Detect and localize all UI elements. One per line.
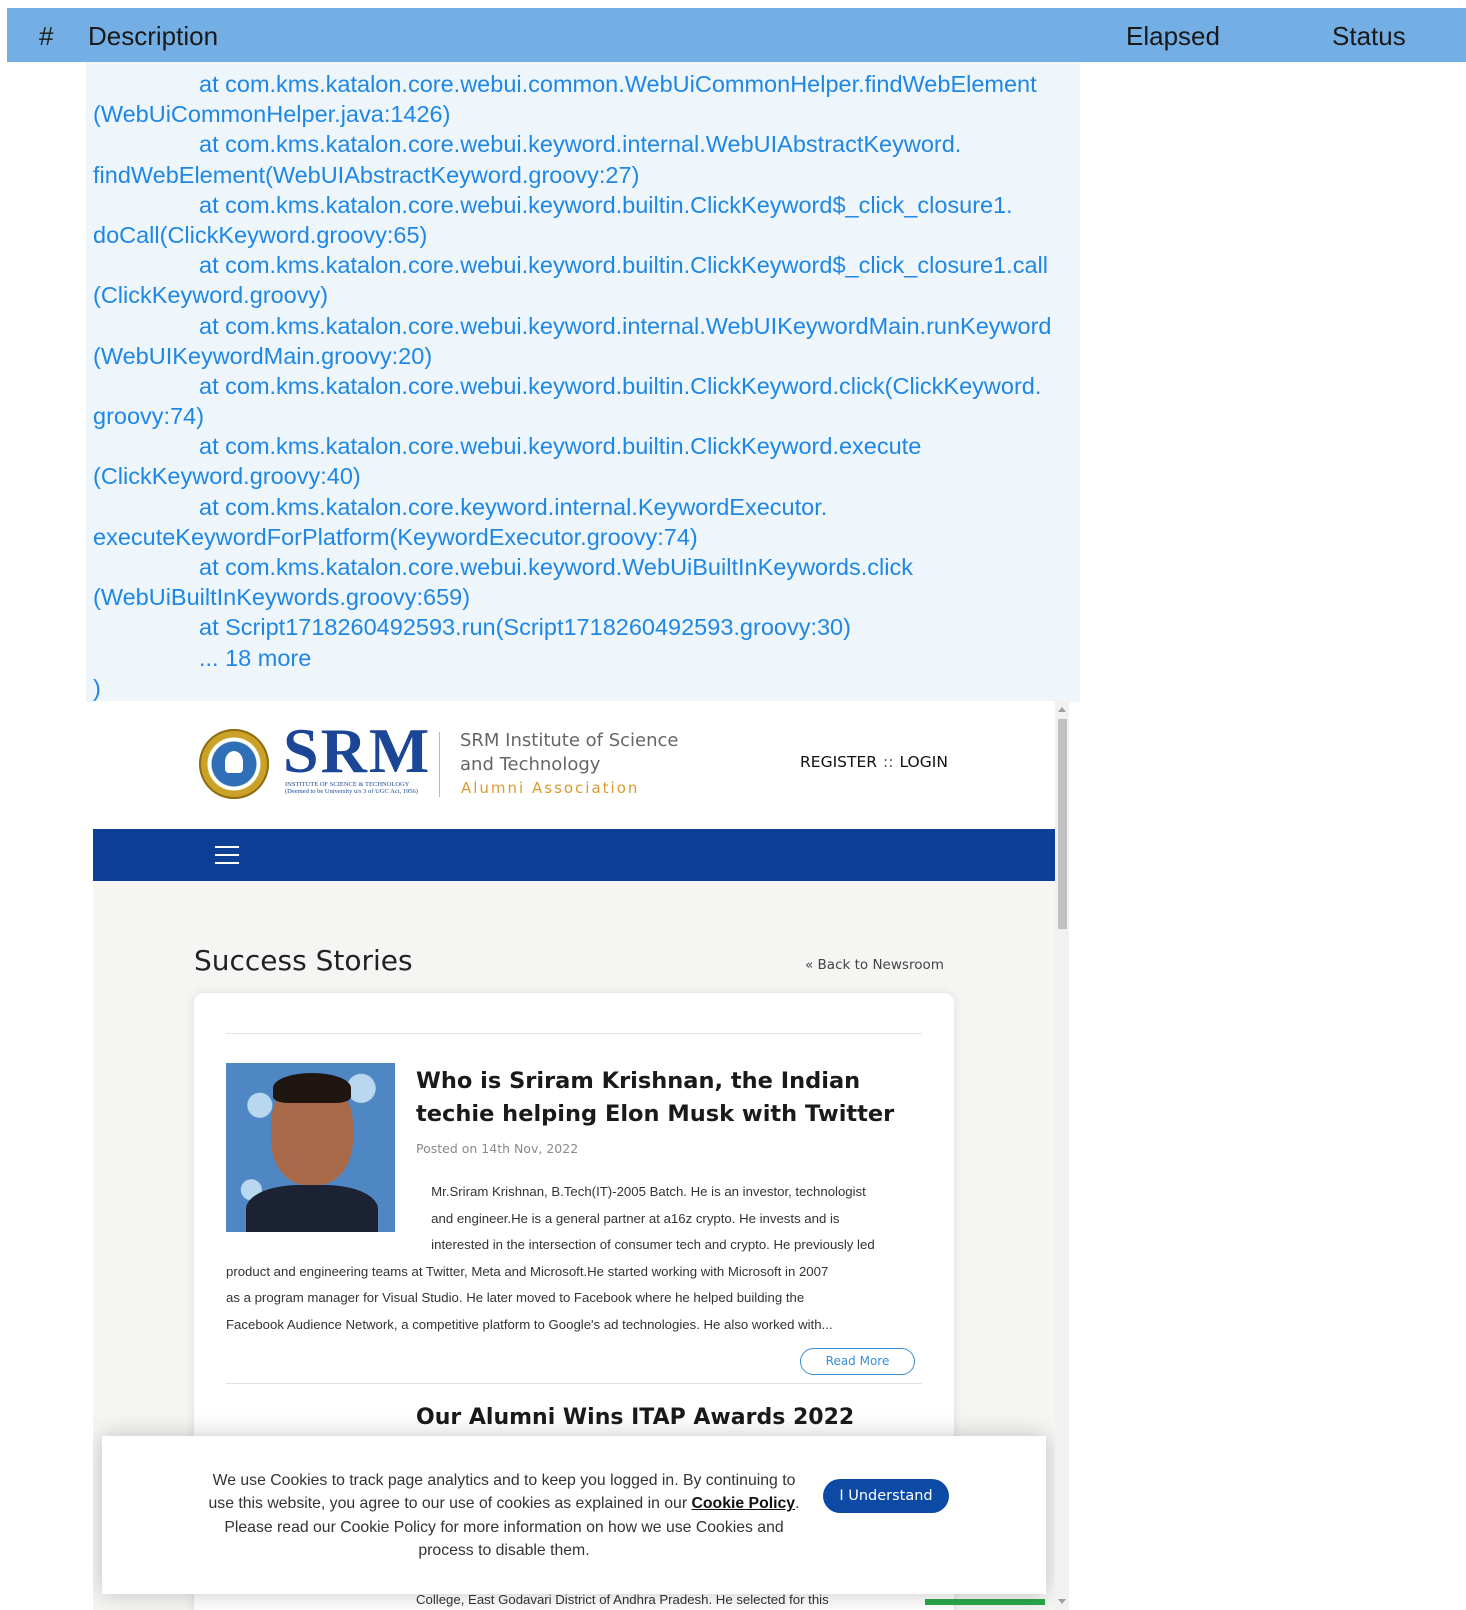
alumni-association-label: Alumni Association: [461, 779, 640, 797]
auth-separator: ::: [883, 753, 894, 771]
page-title: Success Stories: [194, 944, 413, 977]
scroll-up-arrow-icon[interactable]: [1058, 707, 1066, 712]
stack-trace: at com.kms.katalon.core.webui.common.Web…: [93, 69, 1051, 703]
log-line: (WebUIKeywordMain.groovy:20): [93, 342, 433, 369]
story-excerpt: Mr.Sriram Krishnan, B.Tech(IT)-2005 Batc…: [226, 1179, 922, 1339]
excerpt-line: Facebook Audience Network, a competitive…: [226, 1316, 833, 1332]
failure-screenshot: SRM INSTITUTE OF SCIENCE & TECHNOLOGY (D…: [93, 701, 1069, 1610]
log-line: (WebUiBuiltInKeywords.groovy:659): [93, 584, 471, 611]
log-line: findWebElement(WebUIAbstractKeyword.groo…: [93, 161, 640, 188]
card-divider-top: [226, 1033, 922, 1034]
column-header-description[interactable]: Description: [88, 21, 218, 52]
scroll-down-arrow-icon[interactable]: [1058, 1599, 1066, 1604]
log-line: executeKeywordForPlatform(KeywordExecuto…: [93, 523, 698, 550]
cookie-banner: We use Cookies to track page analytics a…: [102, 1436, 1046, 1594]
report-header: # Description Elapsed Status: [7, 8, 1466, 62]
scroll-thumb[interactable]: [1058, 719, 1067, 929]
column-header-status[interactable]: Status: [1332, 21, 1406, 52]
log-line: (ClickKeyword.groovy:40): [93, 463, 361, 490]
log-line: at Script1718260492593.run(Script1718260…: [199, 614, 851, 641]
excerpt-line: and engineer.He is a general partner at …: [226, 1210, 840, 1226]
log-line: doCall(ClickKeyword.groovy:65): [93, 221, 428, 248]
login-link[interactable]: LOGIN: [899, 753, 947, 771]
log-line: at com.kms.katalon.core.webui.keyword.bu…: [199, 191, 1013, 218]
partial-story-text: College, East Godavari District of Andhr…: [416, 1592, 829, 1607]
excerpt-line: interested in the intersection of consum…: [226, 1237, 875, 1253]
institute-name: SRM Institute of Science and Technology: [460, 730, 679, 775]
log-line: groovy:74): [93, 403, 205, 430]
university-seal-logo[interactable]: [199, 729, 269, 799]
log-panel: at com.kms.katalon.core.webui.common.Web…: [86, 62, 1080, 702]
log-line: at com.kms.katalon.core.webui.keyword.in…: [199, 312, 1052, 339]
log-line: at com.kms.katalon.core.webui.keyword.bu…: [199, 252, 1048, 279]
next-story-title[interactable]: Our Alumni Wins ITAP Awards 2022: [416, 1405, 854, 1430]
cookie-message: We use Cookies to track page analytics a…: [208, 1472, 800, 1559]
register-link[interactable]: REGISTER: [800, 753, 877, 771]
srm-logo-text[interactable]: SRM: [283, 719, 431, 783]
green-button-edge[interactable]: [925, 1599, 1045, 1605]
column-header-elapsed[interactable]: Elapsed: [1126, 21, 1220, 52]
column-header-number[interactable]: #: [39, 21, 53, 52]
log-line: at com.kms.katalon.core.webui.common.Web…: [199, 71, 1037, 97]
log-line: at com.kms.katalon.core.webui.keyword.bu…: [199, 372, 1042, 399]
site-header: SRM INSTITUTE OF SCIENCE & TECHNOLOGY (D…: [93, 701, 1055, 829]
log-line: at com.kms.katalon.core.webui.keyword.in…: [199, 131, 962, 158]
log-line: ): [93, 674, 101, 701]
i-understand-button[interactable]: I Understand: [823, 1479, 949, 1513]
excerpt-line: Mr.Sriram Krishnan, B.Tech(IT)-2005 Batc…: [226, 1184, 866, 1199]
log-line: at com.kms.katalon.core.webui.keyword.We…: [199, 554, 913, 580]
log-line: (WebUiCommonHelper.java:1426): [93, 101, 451, 128]
back-to-newsroom-link[interactable]: « Back to Newsroom: [805, 957, 944, 973]
card-divider-bottom: [226, 1383, 922, 1384]
story-title[interactable]: Who is Sriram Krishnan, the Indian techi…: [416, 1065, 916, 1131]
logo-divider: [439, 732, 440, 797]
main-navbar: [93, 829, 1055, 881]
auth-links: REGISTER:: LOGIN: [800, 753, 948, 771]
excerpt-line: as a program manager for Visual Studio. …: [226, 1290, 805, 1306]
excerpt-line: product and engineering teams at Twitter…: [226, 1263, 829, 1279]
log-line: (ClickKeyword.groovy): [93, 282, 329, 309]
scrollbar[interactable]: [1055, 701, 1069, 1610]
srm-logo-subtext: INSTITUTE OF SCIENCE & TECHNOLOGY (Deeme…: [285, 781, 418, 795]
cookie-policy-link[interactable]: Cookie Policy: [692, 1495, 796, 1512]
log-line: ... 18 more: [199, 644, 312, 671]
hamburger-menu-icon[interactable]: [215, 846, 239, 864]
log-line: at com.kms.katalon.core.webui.keyword.bu…: [199, 433, 922, 460]
read-more-button[interactable]: Read More: [800, 1348, 915, 1375]
story-posted-date: Posted on 14th Nov, 2022: [416, 1141, 579, 1156]
log-line: at com.kms.katalon.core.keyword.internal…: [199, 493, 828, 520]
